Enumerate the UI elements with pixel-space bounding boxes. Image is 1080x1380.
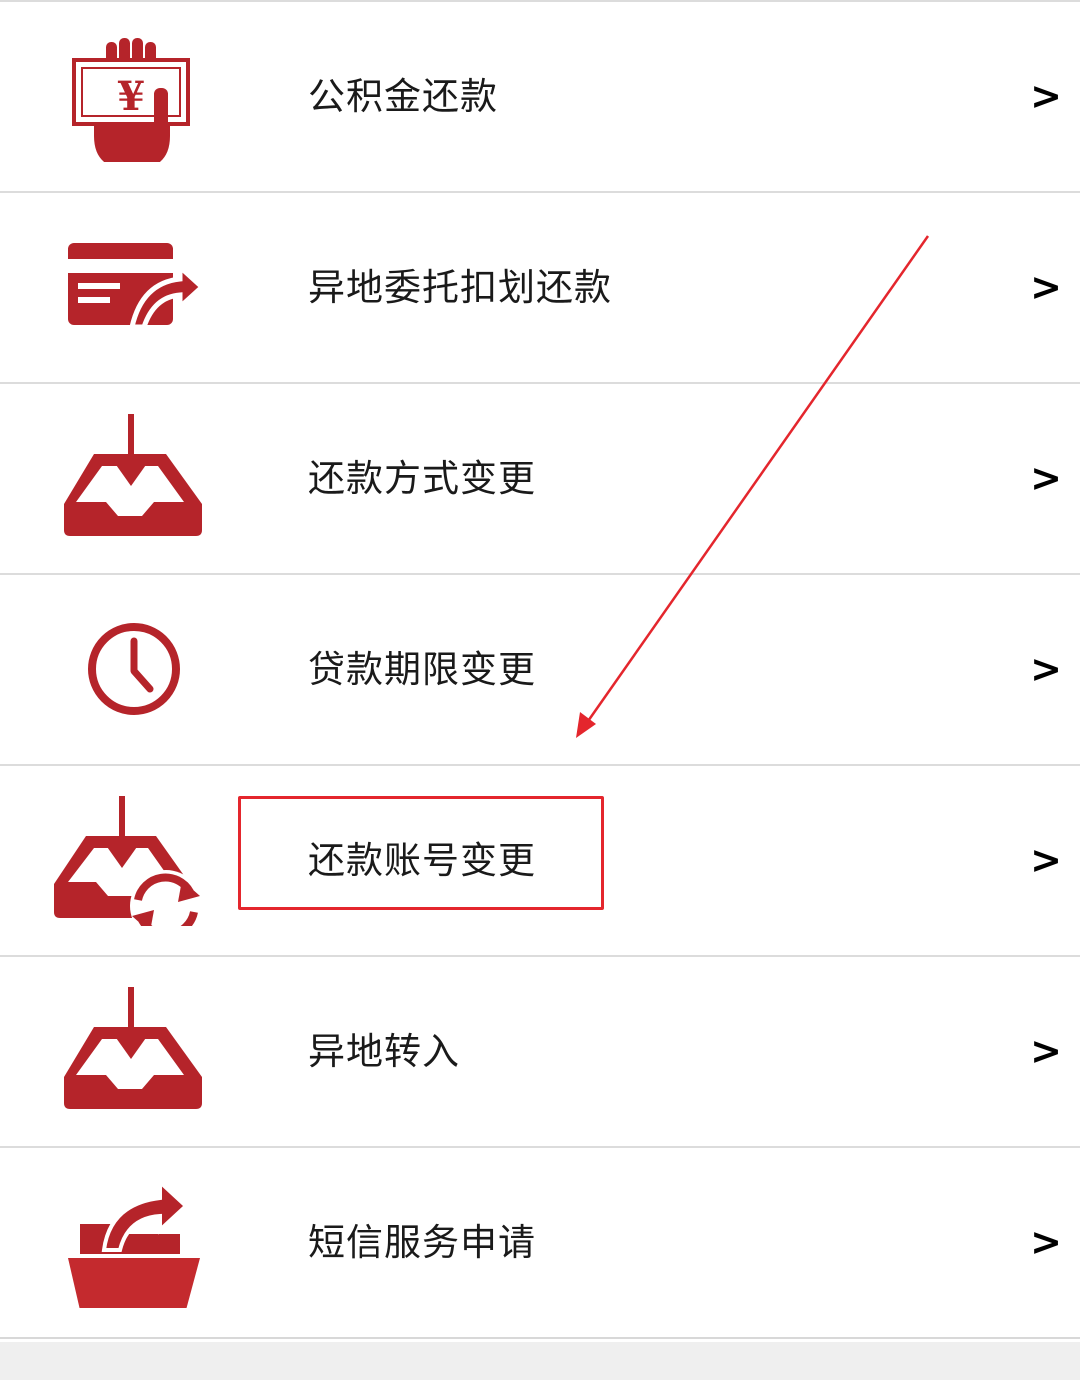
chevron-right-icon: > <box>1030 456 1062 500</box>
menu-item-repayment-account-change[interactable]: 还款账号变更 > <box>0 766 1080 957</box>
menu-item-label: 异地转入 <box>308 1030 460 1073</box>
menu-item-remote-transfer-in[interactable]: 异地转入 > <box>0 957 1080 1148</box>
menu-item-sms-service-application[interactable]: 短信服务申请 > <box>0 1148 1080 1339</box>
inbox-sync-icon <box>54 796 202 926</box>
menu-item-label: 异地委托扣划还款 <box>308 266 612 309</box>
page-bottom-area <box>0 1342 1080 1380</box>
menu-item-loan-term-change[interactable]: 贷款期限变更 > <box>0 575 1080 766</box>
card-transfer-icon <box>68 243 206 330</box>
menu-item-label: 公积金还款 <box>308 75 498 118</box>
chevron-right-icon: > <box>1030 1220 1062 1264</box>
menu-item-label: 还款账号变更 <box>308 839 536 882</box>
menu-item-label: 贷款期限变更 <box>308 648 536 691</box>
chevron-right-icon: > <box>1030 838 1062 882</box>
menu-item-provident-fund-repayment[interactable]: ¥ 公积金还款 > <box>0 2 1080 193</box>
inbox-download-icon <box>64 987 202 1109</box>
menu-item-remote-entrusted-deduction[interactable]: 异地委托扣划还款 > <box>0 193 1080 384</box>
chevron-right-icon: > <box>1030 74 1062 118</box>
clock-icon <box>88 623 180 715</box>
chevron-right-icon: > <box>1030 265 1062 309</box>
inbox-download-icon <box>64 414 202 536</box>
chevron-right-icon: > <box>1030 1029 1062 1073</box>
service-menu-list: ¥ 公积金还款 > 异地委托扣划还款 > 还款方式变更 > 贷款期限变更 > 还… <box>0 0 1080 1339</box>
currency-symbol: ¥ <box>117 73 145 120</box>
hand-money-icon: ¥ <box>72 38 190 162</box>
menu-item-label: 还款方式变更 <box>308 457 536 500</box>
menu-item-repayment-method-change[interactable]: 还款方式变更 > <box>0 384 1080 575</box>
folder-share-icon <box>68 1178 200 1308</box>
menu-item-label: 短信服务申请 <box>308 1221 536 1264</box>
chevron-right-icon: > <box>1030 647 1062 691</box>
